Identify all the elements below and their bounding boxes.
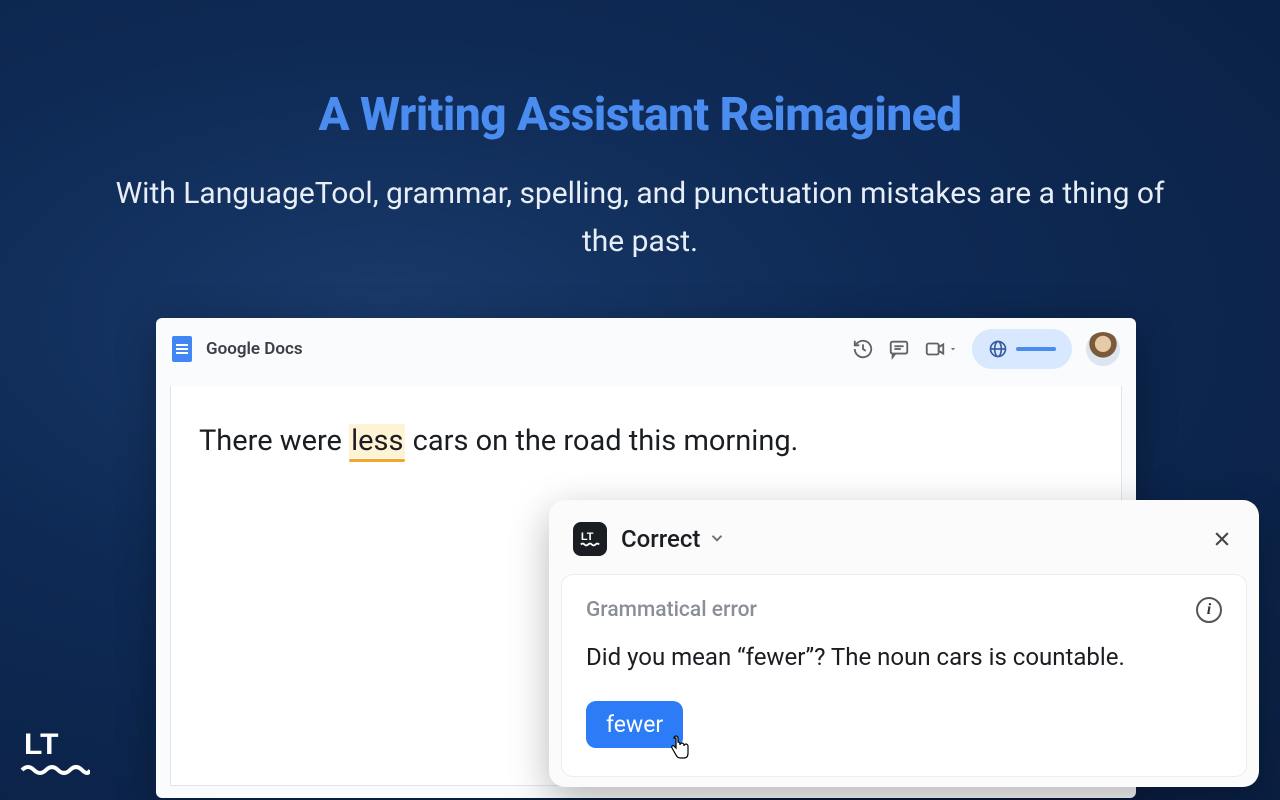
languagetool-icon: LT: [573, 522, 607, 556]
lt-suggestion-popup: LT Correct Grammatical error i Did you m…: [549, 500, 1259, 787]
popup-mode-label: Correct: [621, 525, 700, 553]
globe-icon: [988, 339, 1008, 359]
chevron-down-icon: [708, 525, 726, 553]
error-type-label: Grammatical error: [586, 598, 757, 622]
share-button[interactable]: [972, 329, 1072, 369]
suggestion-text: fewer: [606, 711, 663, 738]
popup-card: Grammatical error i Did you mean “fewer”…: [561, 574, 1247, 777]
share-placeholder-line: [1016, 347, 1056, 351]
video-icon[interactable]: [924, 338, 958, 360]
suggestion-button[interactable]: fewer: [586, 701, 683, 748]
doc-app-title: Google Docs: [206, 339, 303, 359]
user-avatar[interactable]: [1086, 332, 1120, 366]
info-button[interactable]: i: [1196, 597, 1222, 623]
svg-text:LT: LT: [24, 728, 58, 761]
popup-mode-dropdown[interactable]: Correct: [621, 525, 726, 553]
hero-subtitle: With LanguageTool, grammar, spelling, an…: [0, 142, 1280, 266]
popup-header: LT Correct: [549, 500, 1259, 574]
grammar-error-word[interactable]: less: [349, 424, 405, 458]
svg-text:LT: LT: [581, 531, 594, 543]
doc-text-before: There were: [199, 424, 349, 458]
comment-icon[interactable]: [888, 338, 910, 360]
hero-title: A Writing Assistant Reimagined: [0, 0, 1280, 142]
languagetool-watermark-icon: LT: [20, 726, 90, 780]
history-icon[interactable]: [852, 338, 874, 360]
error-message: Did you mean “fewer”? The noun cars is c…: [586, 641, 1222, 675]
doc-text-after: cars on the road this morning.: [405, 424, 798, 458]
google-docs-icon: [172, 336, 192, 362]
doc-toolbar: Google Docs: [156, 318, 1136, 380]
cursor-pointer-icon: [667, 734, 691, 762]
close-button[interactable]: [1209, 526, 1235, 552]
close-icon: [1212, 529, 1232, 549]
